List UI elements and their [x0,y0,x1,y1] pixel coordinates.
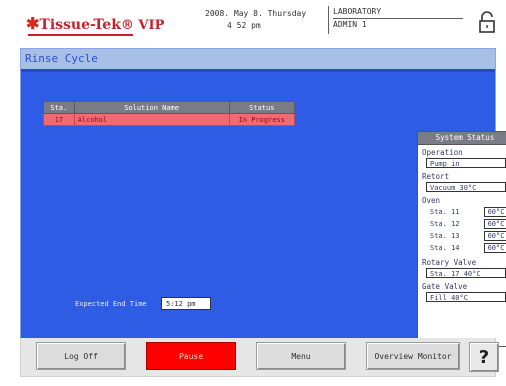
rotary-valve-label: Rotary Valve [422,258,477,267]
cell-sta: 17 [43,113,75,126]
user-text: ADMIN 1 [333,20,367,29]
system-status-header: System Status [418,132,506,145]
pause-button[interactable]: Pause [146,342,236,370]
table-row[interactable]: 17 Alcohol In Progress [43,113,296,126]
logo-vip: ® VIP [120,18,165,33]
user-location-box: LABORATORY ADMIN 1 [328,6,473,34]
operation-label: Operation [422,148,463,157]
cell-status: In Progress [228,113,296,126]
lock-icon[interactable] [477,10,497,34]
overview-monitor-button[interactable]: Overview Monitor [366,342,460,370]
oven-label: Oven [422,196,441,205]
page-title: Rinse Cycle [21,49,495,69]
cell-solution-name: Alcohol [73,113,230,126]
log-off-button[interactable]: Log Off [36,342,126,370]
gate-valve-label: Gate Valve [422,282,468,291]
oven-sta-13-value: 60°C [484,231,506,241]
operation-value: Pump in [426,158,506,168]
tissue-tek-logo: ✱Tissue-Tek® VIP [26,14,164,33]
date-text: 2008. May 8. Thursday [205,9,307,18]
logo-underline [28,34,133,36]
column-header-status: Status [228,101,296,114]
time-text: 4 52 pm [227,21,261,30]
date-time-display: 2008. May 8. Thursday 4 52 pm [205,8,315,32]
rotary-valve-value: Sta. 17 40°C [426,268,506,278]
expected-end-time-label: Expected End Time [75,300,147,308]
logo-brand: Tissue-Tek [39,17,121,33]
header-bar: ✱Tissue-Tek® VIP 2008. May 8. Thursday 4… [0,0,506,48]
oven-sta-12-label: Sta. 12 [430,220,460,228]
retort-label: Retort [422,172,450,181]
rinse-cycle-panel: Rinse Cycle Sta. Solution Name Status 17… [20,48,506,347]
help-button[interactable]: ? [469,342,499,372]
oven-sta-14-value: 60°C [484,243,506,253]
system-status-panel: System Status Operation Pump in Retort V… [417,131,506,347]
oven-sta-12-value: 60°C [484,219,506,229]
column-header-sta: Sta. [43,101,75,114]
expected-end-time-value: 5:12 pm [161,297,211,310]
gate-valve-value: Fill 40°C [426,292,506,302]
logo-star-icon: ✱ [26,14,40,33]
solution-table: Sta. Solution Name Status 17 Alcohol In … [43,101,296,126]
oven-sta-11-value: 60°C [484,207,506,217]
title-divider [21,69,495,72]
table-header-row: Sta. Solution Name Status [43,101,296,114]
retort-value: Vacuum 30°C [426,182,506,192]
menu-button[interactable]: Menu [256,342,346,370]
column-header-solution-name: Solution Name [73,101,230,114]
oven-sta-11-label: Sta. 11 [430,208,460,216]
location-text: LABORATORY [333,6,463,19]
oven-sta-13-label: Sta. 13 [430,232,460,240]
oven-sta-14-label: Sta. 14 [430,244,460,252]
